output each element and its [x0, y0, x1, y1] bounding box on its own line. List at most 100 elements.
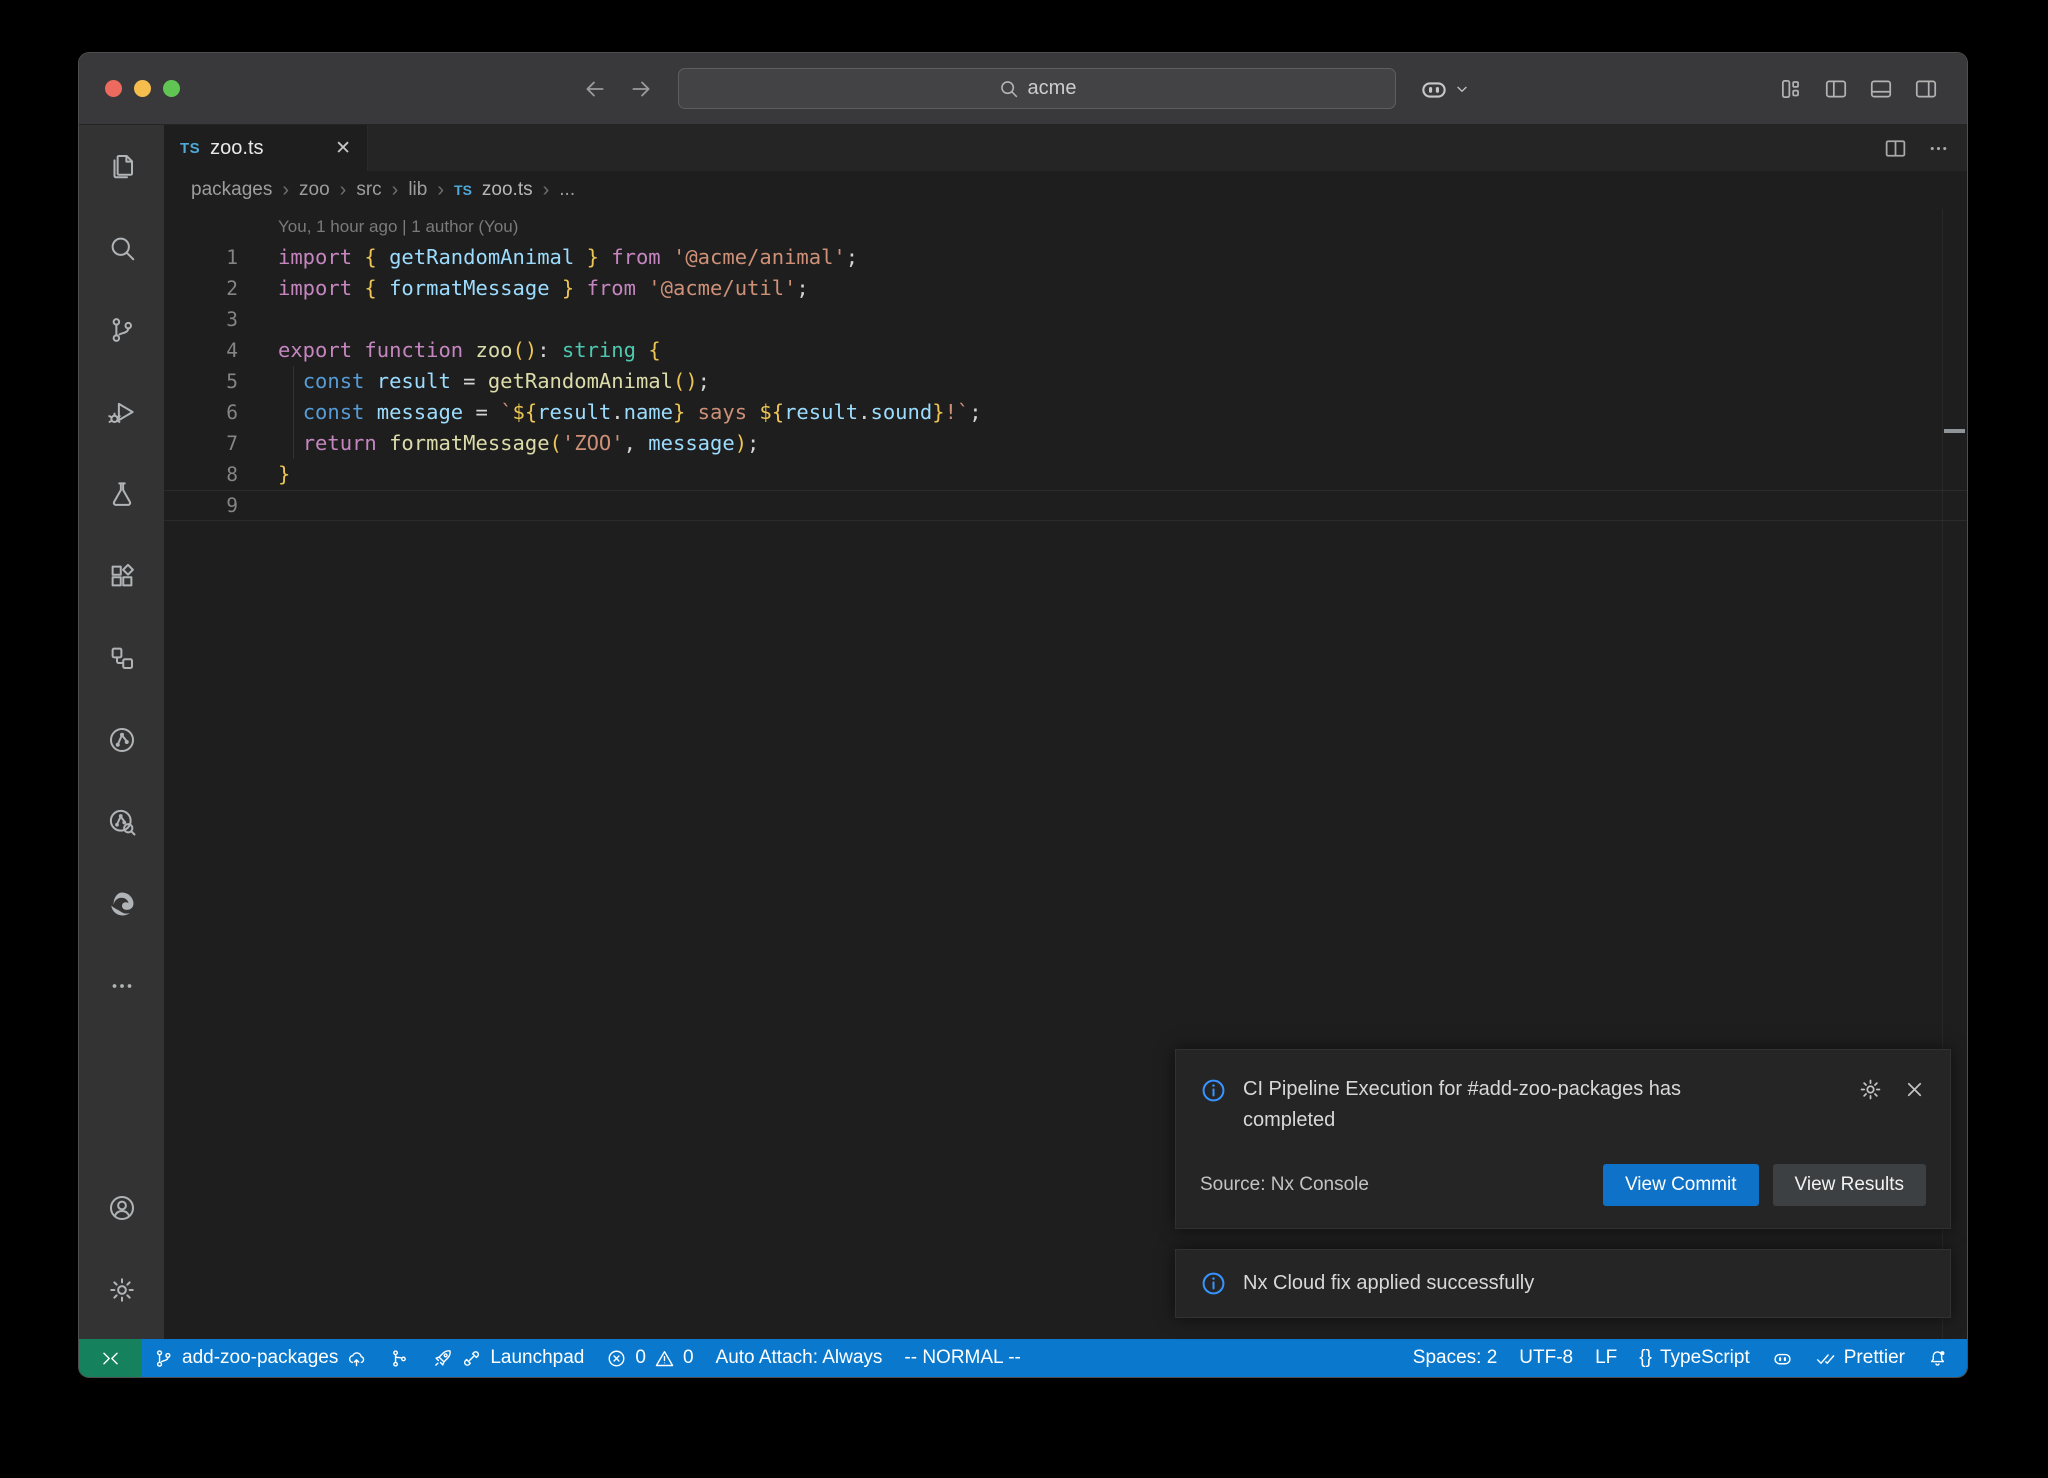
explorer-icon [107, 151, 137, 181]
customize-layout-button[interactable] [1778, 76, 1804, 102]
code-line-7[interactable]: 7 return formatMessage('ZOO', message); [164, 428, 1967, 459]
status-label: 0 [635, 1347, 646, 1369]
copilot-menu[interactable] [1419, 53, 1470, 125]
view-commit-button[interactable]: View Commit [1603, 1164, 1759, 1206]
toggle-secondary-sidebar-button[interactable] [1913, 76, 1939, 102]
notifications-bell[interactable] [1916, 1339, 1959, 1377]
edge-tools-button[interactable] [79, 863, 164, 945]
toggle-panel-button[interactable] [1868, 76, 1894, 102]
ellipsis-icon [1926, 136, 1951, 161]
code-line-6[interactable]: 6 const message = `${result.name} says $… [164, 397, 1967, 428]
code-line-4[interactable]: 4export function zoo(): string { [164, 335, 1967, 366]
status-bar: add-zoo-packages Launchpad00Auto Attach: … [79, 1339, 1967, 1377]
close-window-button[interactable] [105, 80, 122, 97]
line-number[interactable]: 9 [164, 490, 278, 521]
breadcrumb: packages›zoo›src›lib›TSzoo.ts›... [164, 171, 1967, 209]
copilot-status[interactable] [1761, 1339, 1804, 1377]
testing-button[interactable] [79, 453, 164, 535]
nx-console-button[interactable] [79, 699, 164, 781]
more-button[interactable] [79, 945, 164, 1027]
references-button[interactable] [79, 617, 164, 699]
launchpad-status[interactable]: Launchpad [421, 1339, 595, 1377]
titlebar: acme [79, 53, 1967, 125]
command-center-search[interactable]: acme [678, 68, 1396, 109]
source-control-icon [107, 315, 137, 345]
code-line-2[interactable]: 2import { formatMessage } from '@acme/ut… [164, 273, 1967, 304]
notification-close-button[interactable] [1903, 1077, 1926, 1102]
code-line-5[interactable]: 5 const result = getRandomAnimal(); [164, 366, 1967, 397]
notifications: CI Pipeline Execution for #add-zoo-packa… [1175, 1049, 1951, 1318]
code-text: import { formatMessage } from '@acme/uti… [278, 273, 809, 304]
copilot-icon [1772, 1348, 1793, 1369]
status-label: -- NORMAL -- [904, 1347, 1020, 1369]
branch-status[interactable]: add-zoo-packages [142, 1339, 378, 1377]
line-number[interactable]: 1 [164, 242, 278, 273]
line-number[interactable]: 6 [164, 397, 278, 428]
code-line-1[interactable]: 1import { getRandomAnimal } from '@acme/… [164, 242, 1967, 273]
vscode-window: acme TS zoo. [78, 52, 1968, 1378]
code-text: const result = getRandomAnimal(); [278, 366, 710, 397]
split-editor-icon [1883, 136, 1908, 161]
typescript-file-icon: TS [454, 182, 472, 198]
toggle-primary-sidebar-button[interactable] [1823, 76, 1849, 102]
status-bar-right: Spaces: 2 UTF-8 LF{}TypeScript Prettier [1402, 1339, 1967, 1377]
code-line-9[interactable]: 9 [164, 490, 1967, 521]
search-icon [107, 233, 137, 263]
source-control-button[interactable] [79, 289, 164, 371]
line-number[interactable]: 8 [164, 459, 278, 490]
search-button[interactable] [79, 207, 164, 289]
source-control-graph-status[interactable] [378, 1339, 421, 1377]
accounts-button[interactable] [79, 1167, 164, 1249]
double-check-icon [1815, 1348, 1836, 1369]
eol-status[interactable]: LF [1584, 1339, 1628, 1377]
extensions-button[interactable] [79, 535, 164, 617]
go-forward-button[interactable] [628, 76, 654, 102]
line-number[interactable]: 2 [164, 273, 278, 304]
encoding-status[interactable]: UTF-8 [1508, 1339, 1584, 1377]
split-editor-button[interactable] [1883, 136, 1908, 161]
remote-indicator[interactable] [79, 1339, 142, 1377]
problems-status[interactable]: 00 [595, 1339, 704, 1377]
nx-cloud-button[interactable] [79, 781, 164, 863]
breadcrumb-separator: › [437, 179, 444, 202]
close-tab-icon[interactable]: ✕ [335, 137, 351, 160]
breadcrumb-item[interactable]: src [356, 179, 381, 201]
line-number[interactable]: 3 [164, 304, 278, 335]
language-status[interactable]: {}TypeScript [1628, 1339, 1760, 1377]
tab-zoo-ts[interactable]: TS zoo.ts ✕ [164, 125, 368, 171]
view-results-button[interactable]: View Results [1773, 1164, 1926, 1206]
panel-icon [1868, 76, 1894, 102]
status-label: UTF-8 [1519, 1347, 1573, 1369]
run-and-debug-button[interactable] [79, 371, 164, 453]
code-line-8[interactable]: 8} [164, 459, 1967, 490]
notification-message: CI Pipeline Execution for #add-zoo-packa… [1243, 1074, 1763, 1136]
status-label: add-zoo-packages [182, 1347, 338, 1369]
tab-label: zoo.ts [210, 137, 263, 160]
settings-button[interactable] [79, 1249, 164, 1331]
vim-mode-status[interactable]: -- NORMAL -- [893, 1339, 1031, 1377]
breadcrumb-item[interactable]: zoo [299, 179, 330, 201]
line-number[interactable]: 4 [164, 335, 278, 366]
plug-icon [461, 1348, 482, 1369]
formatter-status[interactable]: Prettier [1804, 1339, 1916, 1377]
breadcrumb-item[interactable]: lib [408, 179, 427, 201]
history-nav [582, 53, 654, 125]
breadcrumb-item[interactable]: packages [191, 179, 272, 201]
breadcrumb-item-file[interactable]: zoo.ts [482, 179, 533, 201]
notification-settings-button[interactable] [1858, 1077, 1883, 1102]
line-number[interactable]: 5 [164, 366, 278, 397]
go-back-button[interactable] [582, 76, 608, 102]
minimize-window-button[interactable] [134, 80, 151, 97]
more-actions-button[interactable] [1926, 136, 1951, 161]
explorer-button[interactable] [79, 125, 164, 207]
auto-attach-status[interactable]: Auto Attach: Always [705, 1339, 894, 1377]
line-number[interactable]: 7 [164, 428, 278, 459]
code-line-3[interactable]: 3 [164, 304, 1967, 335]
zoom-window-button[interactable] [163, 80, 180, 97]
settings-icon [107, 1275, 137, 1305]
indentation-status[interactable]: Spaces: 2 [1402, 1339, 1509, 1377]
sidebar-left-icon [1823, 76, 1849, 102]
git-branch-icon [153, 1348, 174, 1369]
breadcrumb-overflow[interactable]: ... [559, 179, 575, 201]
rocket-icon [432, 1348, 453, 1369]
